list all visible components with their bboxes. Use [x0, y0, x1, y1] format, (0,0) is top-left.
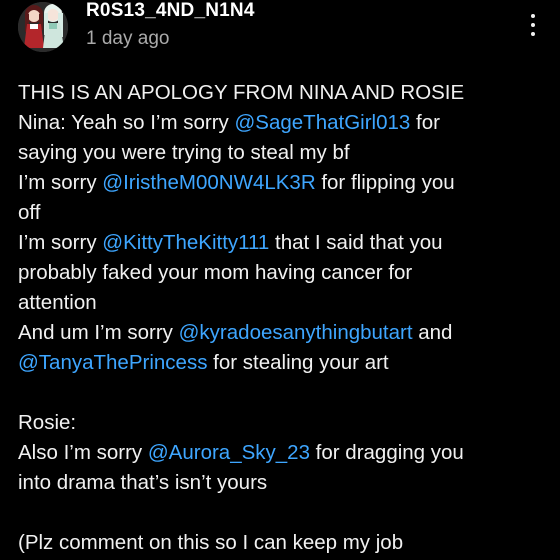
comment-author[interactable]: R0S13_4ND_N1N4: [86, 0, 255, 22]
comment-text: saying you were trying to steal my bf: [18, 141, 350, 164]
avatar[interactable]: [18, 2, 68, 52]
comment-line: THIS IS AN APOLOGY FROM NINA AND ROSIE: [18, 78, 548, 108]
comment-line: Rosie:: [18, 408, 548, 438]
dot: [531, 23, 535, 27]
user-mention-link[interactable]: @SageThatGirl013: [235, 111, 411, 134]
comment-line: attention: [18, 288, 548, 318]
comment-text: for dragging you: [309, 441, 464, 464]
comment-line: And um I’m sorry @kyradoesanythingbutart…: [18, 318, 548, 348]
comment-text: for: [410, 111, 440, 134]
more-options-icon[interactable]: [528, 14, 538, 42]
comment-text: And um I’m sorry: [18, 321, 179, 344]
user-mention-link[interactable]: @TanyaThePrincess: [18, 351, 207, 374]
comment-text: Nina: Yeah so I’m sorry: [18, 111, 235, 134]
user-mention-link[interactable]: @KittyTheKitty111: [102, 231, 269, 254]
comment-text: THIS IS AN APOLOGY FROM NINA AND ROSIE: [18, 81, 465, 104]
dot: [531, 32, 535, 36]
comment-text: that I said that you: [269, 231, 443, 254]
comment-line: Nina: Yeah so I’m sorry @SageThatGirl013…: [18, 108, 548, 138]
anime-characters-avatar-icon: [18, 2, 68, 52]
comment-line: (Plz comment on this so I can keep my jo…: [18, 528, 548, 558]
comment-line: probably faked your mom having cancer fo…: [18, 258, 548, 288]
comment-line: into drama that’s isn’t yours: [18, 468, 548, 498]
comment-line: off: [18, 198, 548, 228]
comment-text: I’m sorry: [18, 171, 103, 194]
comment-text: Rosie:: [18, 411, 77, 434]
comment-line: saying you were trying to steal my bf: [18, 138, 548, 168]
user-mention-link[interactable]: @IristheM00NW4LK3R: [102, 171, 315, 194]
comment-timestamp[interactable]: 1 day ago: [86, 28, 169, 50]
comment-header: R0S13_4ND_N1N4 1 day ago: [0, 0, 560, 60]
comment-line: I’m sorry @IristheM00NW4LK3R for flippin…: [18, 168, 548, 198]
comment-text: off: [18, 201, 41, 224]
comment-text: and: [412, 321, 453, 344]
user-mention-link[interactable]: @Aurora_Sky_23: [148, 441, 310, 464]
comment-text: for flipping you: [315, 171, 455, 194]
dot: [531, 14, 535, 18]
comment-line: [18, 378, 548, 408]
comment-text: probably faked your mom having cancer fo…: [18, 261, 413, 284]
comment-body: THIS IS AN APOLOGY FROM NINA AND ROSIE Ni…: [18, 78, 548, 558]
comment-text: attention: [18, 291, 97, 314]
comment-line: I’m sorry @KittyTheKitty111 that I said …: [18, 228, 548, 258]
user-mention-link[interactable]: @kyradoesanythingbutart: [179, 321, 413, 344]
comment-line: @TanyaThePrincess for stealing your art: [18, 348, 548, 378]
comment-text: I’m sorry: [18, 231, 103, 254]
comment-text: into drama that’s isn’t yours: [18, 471, 268, 494]
comment-line: Also I’m sorry @Aurora_Sky_23 for draggi…: [18, 438, 548, 468]
comment-text: Also I’m sorry: [18, 441, 148, 464]
comment-line: [18, 498, 548, 528]
comment-text: (Plz comment on this so I can keep my jo…: [18, 531, 404, 554]
comment-text: for stealing your art: [207, 351, 389, 374]
